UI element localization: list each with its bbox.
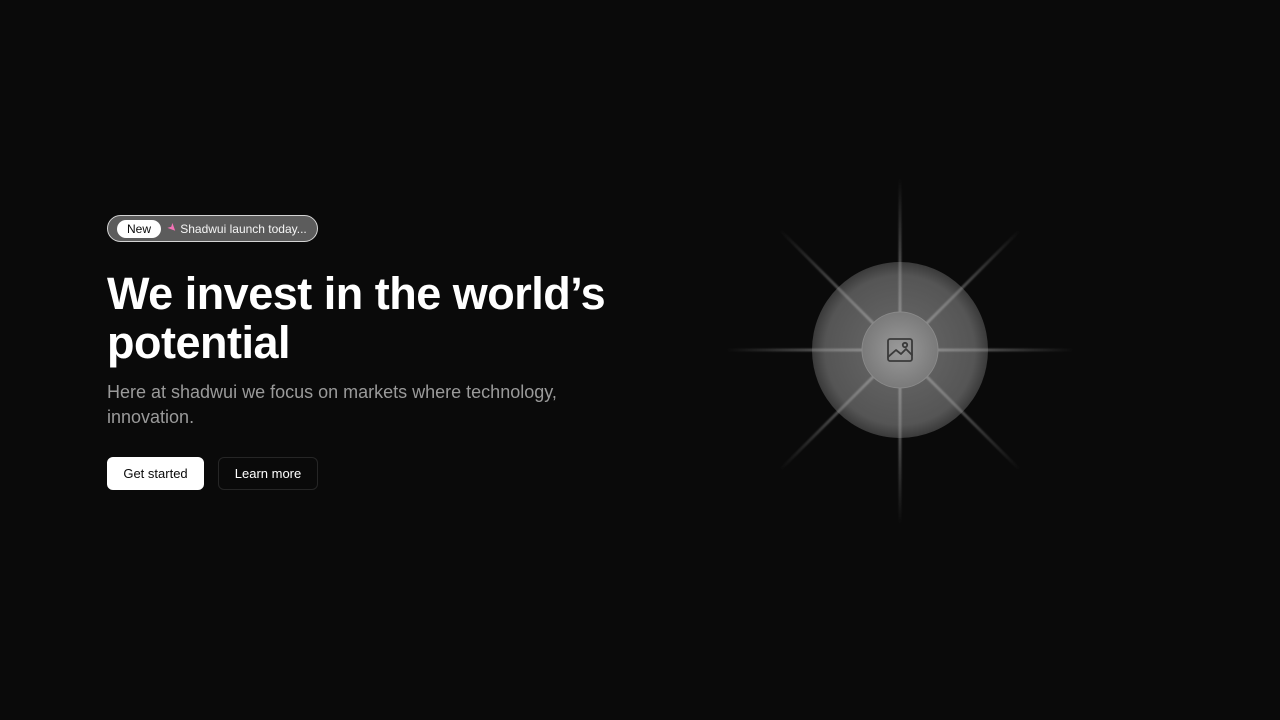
- get-started-button[interactable]: Get started: [107, 457, 204, 490]
- announcement-badge[interactable]: New ➤ Shadwui launch today...: [107, 215, 318, 242]
- rocket-icon: ➤: [164, 220, 180, 236]
- inner-circle: [861, 311, 939, 389]
- learn-more-button[interactable]: Learn more: [218, 457, 318, 490]
- new-tag: New: [117, 219, 162, 238]
- hero-title: We invest in the world’s potential: [107, 269, 667, 367]
- announcement-text: Shadwui launch today...: [180, 221, 307, 236]
- hero-section: New ➤ Shadwui launch today... We invest …: [107, 215, 667, 490]
- landing-page: New ➤ Shadwui launch today... We invest …: [0, 0, 1280, 720]
- hero-title-line-1: We invest in the world’s: [107, 268, 606, 319]
- hero-title-line-2: potential: [107, 317, 291, 368]
- hero-visual: [720, 170, 1080, 530]
- hero-actions: Get started Learn more: [107, 457, 667, 490]
- starburst-graphic: [726, 178, 1074, 524]
- hero-subtitle: Here at shadwui we focus on markets wher…: [107, 382, 557, 427]
